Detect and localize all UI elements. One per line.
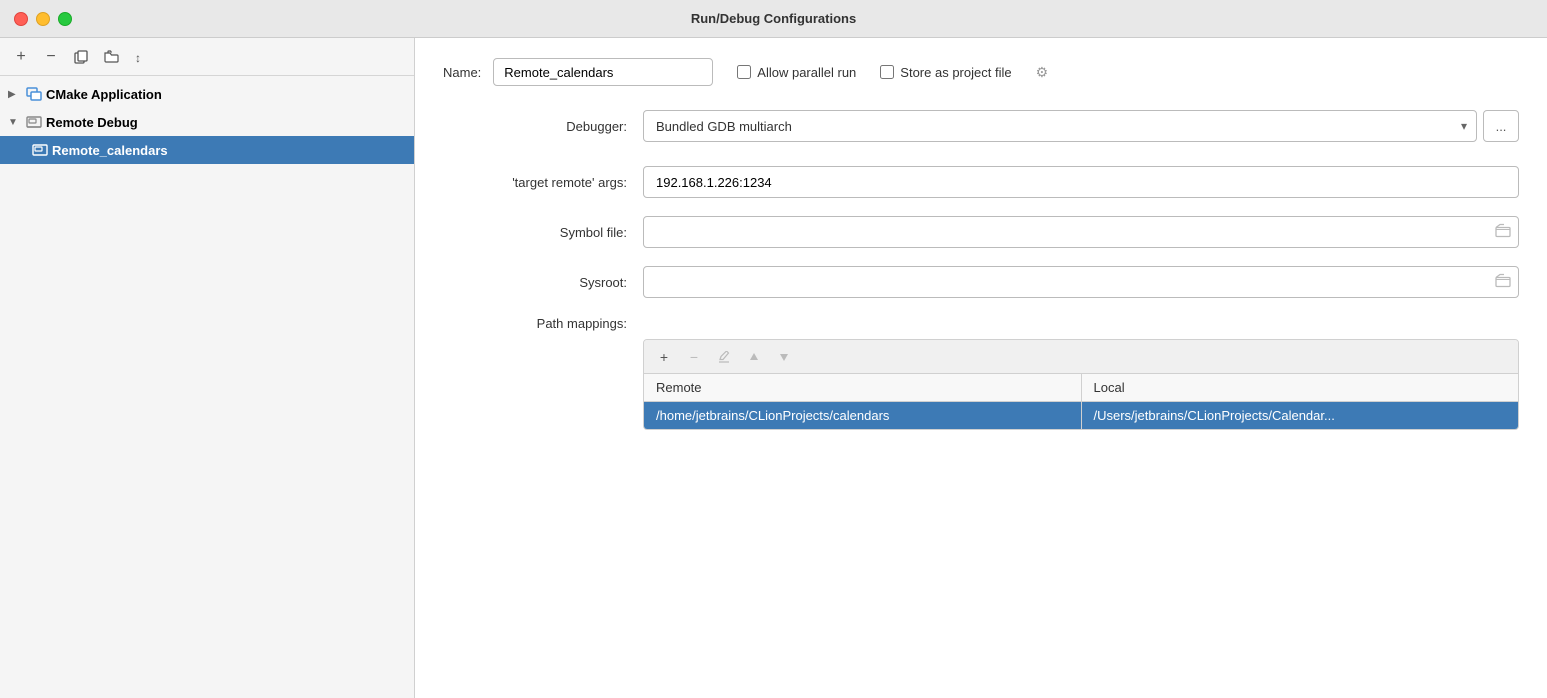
allow-parallel-checkbox[interactable]: Allow parallel run xyxy=(737,65,856,80)
debugger-select[interactable]: Bundled GDB multiarch xyxy=(643,110,1477,142)
tree-arrow-remote: ▼ xyxy=(8,117,22,128)
debugger-row: Debugger: Bundled GDB multiarch ▾ ... xyxy=(443,110,1519,142)
cmake-label: CMake Application xyxy=(46,87,162,102)
mapping-toolbar: + − xyxy=(644,340,1518,374)
symbol-file-label: Symbol file: xyxy=(443,225,643,240)
tree-arrow-cmake: ▶ xyxy=(8,89,22,100)
target-remote-row: 'target remote' args: xyxy=(443,166,1519,198)
mapping-edit-button[interactable] xyxy=(712,345,736,369)
sysroot-row: Sysroot: xyxy=(443,266,1519,298)
name-label: Name: xyxy=(443,65,481,80)
sidebar-item-cmake-application[interactable]: ▶ CMake Application xyxy=(0,80,414,108)
dots-button[interactable]: ... xyxy=(1483,110,1519,142)
target-remote-control xyxy=(643,166,1519,198)
path-mappings-container: + − xyxy=(643,339,1519,430)
svg-text:↕: ↕ xyxy=(135,51,141,64)
remote-debug-label: Remote Debug xyxy=(46,115,138,130)
sysroot-label: Sysroot: xyxy=(443,275,643,290)
name-input[interactable] xyxy=(493,58,713,86)
debugger-select-wrapper: Bundled GDB multiarch ▾ xyxy=(643,110,1477,142)
mapping-remove-button[interactable]: − xyxy=(682,345,706,369)
sort-config-button[interactable]: ↕ xyxy=(128,44,154,70)
sidebar-toolbar: + − ↕ xyxy=(0,38,414,76)
allow-parallel-label: Allow parallel run xyxy=(757,65,856,80)
remove-config-button[interactable]: − xyxy=(38,44,64,70)
add-config-button[interactable]: + xyxy=(8,44,34,70)
mapping-up-button[interactable] xyxy=(742,345,766,369)
target-remote-label: 'target remote' args: xyxy=(443,175,643,190)
sidebar-item-remote-debug[interactable]: ▼ Remote Debug xyxy=(0,108,414,136)
copy-config-button[interactable] xyxy=(68,44,94,70)
sysroot-input[interactable] xyxy=(643,266,1519,298)
symbol-file-control xyxy=(643,216,1519,248)
mapping-header-remote: Remote xyxy=(644,374,1081,402)
remote-debug-icon xyxy=(26,114,42,130)
name-row: Name: Allow parallel run Store as projec… xyxy=(443,58,1519,86)
debugger-label: Debugger: xyxy=(443,119,643,134)
close-button[interactable] xyxy=(14,12,28,26)
mapping-down-button[interactable] xyxy=(772,345,796,369)
cmake-icon xyxy=(26,86,42,102)
store-as-project-label: Store as project file xyxy=(900,65,1011,80)
traffic-lights xyxy=(14,12,72,26)
mapping-header-local: Local xyxy=(1081,374,1518,402)
table-row[interactable]: /home/jetbrains/CLionProjects/calendars … xyxy=(644,402,1518,430)
path-mappings-label-row: Path mappings: xyxy=(443,316,1519,331)
gear-icon[interactable]: ⚙ xyxy=(1036,64,1049,81)
sidebar-item-remote-calendars[interactable]: Remote_calendars xyxy=(0,136,414,164)
symbol-file-input[interactable] xyxy=(643,216,1519,248)
minimize-button[interactable] xyxy=(36,12,50,26)
store-as-project-checkbox[interactable]: Store as project file xyxy=(880,65,1011,80)
title-bar: Run/Debug Configurations xyxy=(0,0,1547,38)
mapping-table: Remote Local /home/jetbrains/CLionProjec… xyxy=(644,374,1518,429)
checkboxes-group: Allow parallel run Store as project file… xyxy=(737,64,1048,81)
config-icon xyxy=(32,142,48,158)
store-as-project-input[interactable] xyxy=(880,65,894,79)
target-remote-input[interactable] xyxy=(643,166,1519,198)
path-mappings-label: Path mappings: xyxy=(443,316,643,331)
folder-config-button[interactable] xyxy=(98,44,124,70)
sysroot-control xyxy=(643,266,1519,298)
sidebar-tree: ▶ CMake Application ▼ xyxy=(0,76,414,698)
path-mappings-section: Path mappings: + − xyxy=(443,316,1519,430)
mapping-local-cell: /Users/jetbrains/CLionProjects/Calendar.… xyxy=(1081,402,1518,430)
mapping-table-header-row: Remote Local xyxy=(644,374,1518,402)
main-layout: + − ↕ xyxy=(0,38,1547,698)
symbol-file-row: Symbol file: xyxy=(443,216,1519,248)
allow-parallel-input[interactable] xyxy=(737,65,751,79)
sidebar: + − ↕ xyxy=(0,38,415,698)
path-mappings-table-section: + − xyxy=(643,339,1519,430)
mapping-add-button[interactable]: + xyxy=(652,345,676,369)
remote-calendars-label: Remote_calendars xyxy=(52,143,168,158)
window-title: Run/Debug Configurations xyxy=(691,11,856,26)
maximize-button[interactable] xyxy=(58,12,72,26)
content-panel: Name: Allow parallel run Store as projec… xyxy=(415,38,1547,698)
main-window: Run/Debug Configurations + − xyxy=(0,0,1547,698)
mapping-remote-cell: /home/jetbrains/CLionProjects/calendars xyxy=(644,402,1081,430)
